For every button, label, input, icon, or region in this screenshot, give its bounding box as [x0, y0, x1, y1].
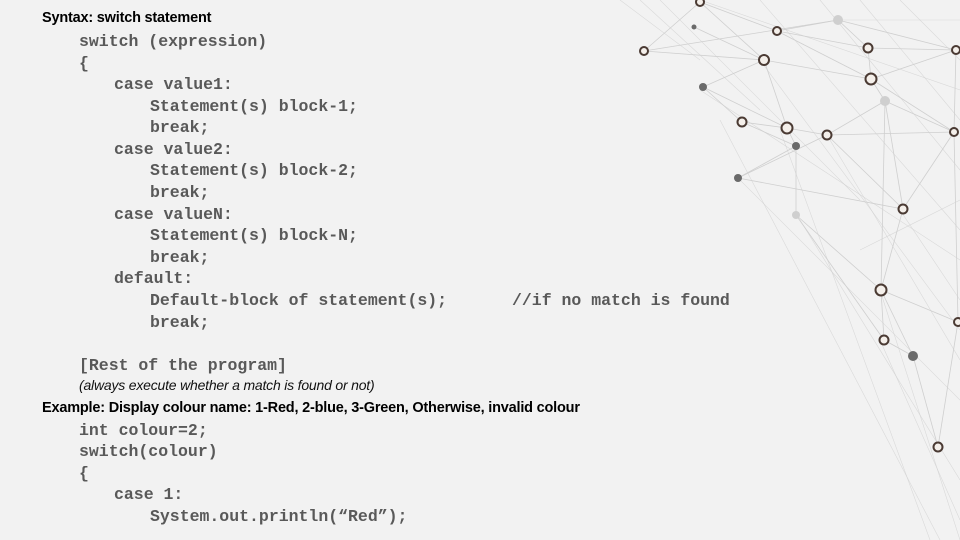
network-line — [763, 59, 788, 129]
network-line — [826, 100, 886, 136]
network-node — [734, 174, 742, 182]
network-node — [772, 26, 782, 36]
code-line-block-2: Statement(s) block-2; — [150, 161, 358, 180]
example-heading: Example: Display colour name: 1-Red, 2-b… — [42, 400, 580, 416]
code-line-default-block: Default-block of statement(s); — [150, 291, 448, 310]
network-line — [702, 86, 743, 123]
slide: Syntax: switch statement switch (express… — [0, 0, 960, 540]
network-line — [739, 179, 960, 401]
code-line-break-2: break; — [150, 183, 210, 202]
code-line-case-2: case value2: — [114, 140, 233, 159]
code-comment-no-match: //if no match is found — [512, 291, 730, 310]
example-code-case-1: case 1: — [114, 485, 184, 504]
network-line — [619, 0, 701, 61]
code-line-block-n: Statement(s) block-N; — [150, 226, 358, 245]
network-line — [719, 119, 941, 540]
network-line — [699, 0, 960, 91]
network-node — [792, 211, 800, 219]
network-line — [759, 59, 960, 331]
network-line — [859, 199, 960, 251]
network-line — [776, 30, 872, 80]
network-line — [699, 1, 765, 61]
network-line — [880, 100, 886, 291]
code-line-default: default: — [114, 269, 194, 288]
network-line — [643, 19, 839, 52]
network-line — [880, 289, 914, 357]
code-line-switch: switch (expression) — [79, 32, 268, 51]
code-line-break-n: break; — [150, 248, 210, 267]
network-node — [758, 54, 770, 66]
rest-of-program-note: (always execute whether a match is found… — [79, 377, 375, 393]
network-node — [639, 46, 649, 56]
network-line — [879, 289, 960, 540]
code-line-break-default: break; — [150, 313, 210, 332]
network-node — [878, 334, 890, 346]
network-line — [859, 0, 960, 121]
network-node — [949, 127, 959, 137]
network-node — [691, 24, 697, 30]
network-line — [867, 47, 957, 51]
network-line — [795, 214, 885, 341]
network-node — [908, 351, 918, 361]
code-line-open-brace: { — [79, 54, 89, 73]
example-code-switch: switch(colour) — [79, 442, 218, 461]
network-line — [737, 134, 828, 179]
network-line — [829, 139, 960, 361]
network-node — [792, 142, 800, 150]
network-node — [821, 129, 833, 141]
code-line-case-1: case value1: — [114, 75, 233, 94]
network-line — [819, 0, 960, 171]
network-line — [880, 208, 904, 291]
network-line — [776, 19, 839, 32]
network-line — [737, 177, 904, 210]
network-line — [953, 49, 957, 133]
network-line — [899, 0, 960, 61]
network-node — [874, 283, 888, 297]
rest-of-program-label: [Rest of the program] — [79, 356, 287, 375]
example-code-declaration: int colour=2; — [79, 421, 208, 440]
network-line — [659, 0, 861, 201]
example-code-println: System.out.println(“Red”); — [150, 507, 408, 526]
network-line — [879, 339, 960, 521]
code-line-case-n: case valueN: — [114, 205, 233, 224]
network-line — [912, 355, 939, 448]
network-node — [932, 441, 944, 453]
network-line — [880, 289, 959, 323]
network-line — [902, 131, 955, 210]
network-line — [899, 209, 960, 301]
network-node — [953, 317, 960, 327]
code-line-block-1: Statement(s) block-1; — [150, 97, 358, 116]
network-line — [737, 145, 797, 179]
network-line — [884, 100, 904, 210]
network-node — [864, 72, 878, 86]
network-node — [880, 96, 890, 106]
network-node — [695, 0, 705, 7]
network-line — [937, 321, 959, 448]
network-line — [763, 59, 872, 80]
network-node — [833, 15, 843, 25]
network-node — [897, 203, 909, 215]
code-line-break-1: break; — [150, 118, 210, 137]
network-line — [776, 30, 869, 49]
network-node — [699, 83, 707, 91]
network-line — [884, 100, 955, 133]
example-code-open-brace: { — [79, 464, 89, 483]
network-node — [780, 121, 794, 135]
network-line — [693, 26, 765, 61]
network-line — [702, 59, 765, 88]
syntax-heading: Syntax: switch statement — [42, 10, 212, 26]
network-node — [951, 45, 960, 55]
network-node — [862, 42, 874, 54]
network-line — [870, 49, 957, 80]
network-node — [736, 116, 748, 128]
